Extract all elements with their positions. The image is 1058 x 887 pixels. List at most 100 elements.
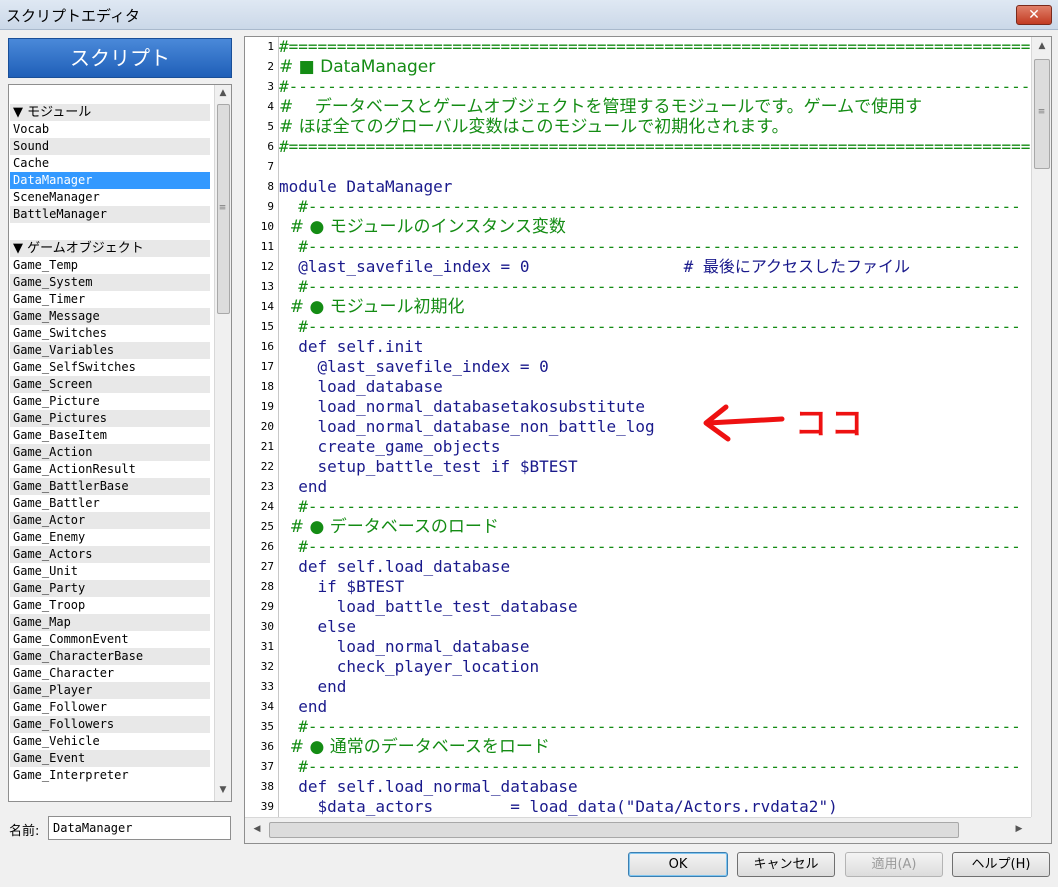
script-list-item[interactable]: Game_Actors [10, 546, 210, 563]
code-line[interactable]: # データベースとゲームオブジェクトを管理するモジュールです。ゲームで使用す [279, 97, 1031, 117]
script-list-item[interactable]: Game_Follower [10, 699, 210, 716]
script-list-item[interactable]: Game_Battler [10, 495, 210, 512]
code-line[interactable]: setup_battle_test if $BTEST [279, 457, 1031, 477]
script-list-item[interactable]: Game_Vehicle [10, 733, 210, 750]
code-line[interactable]: module DataManager [279, 177, 1031, 197]
code-line[interactable]: # ほぼ全てのグローバル変数はこのモジュールで初期化されます。 [279, 117, 1031, 137]
script-list-item[interactable]: Game_Map [10, 614, 210, 631]
script-list-item[interactable]: Game_Unit [10, 563, 210, 580]
script-list-item[interactable]: Game_Actor [10, 512, 210, 529]
script-list-item[interactable]: Game_Party [10, 580, 210, 597]
code-line[interactable]: @last_savefile_index = 0 # 最後にアクセスしたファイル [279, 257, 1031, 277]
scroll-up-icon[interactable]: ▲ [215, 88, 231, 98]
code-line[interactable]: #---------------------------------------… [279, 757, 1031, 777]
code-line[interactable]: #---------------------------------------… [279, 237, 1031, 257]
script-list-item[interactable]: Game_Switches [10, 325, 210, 342]
apply-button[interactable]: 適用(A) [845, 852, 943, 877]
line-number: 3 [267, 80, 274, 93]
script-list-item[interactable]: Game_Troop [10, 597, 210, 614]
scroll-down-icon[interactable]: ▼ [215, 785, 231, 795]
code-line[interactable]: def self.load_database [279, 557, 1031, 577]
line-number: 5 [267, 120, 274, 133]
code-line[interactable]: create_game_objects [279, 437, 1031, 457]
code-line[interactable]: # ● 通常のデータベースをロード [279, 737, 1031, 757]
script-list-item[interactable]: Game_Character [10, 665, 210, 682]
scrollbar-thumb[interactable] [269, 822, 959, 838]
code-line[interactable]: #---------------------------------------… [279, 77, 1031, 97]
script-list-item[interactable]: DataManager [10, 172, 210, 189]
scroll-left-icon[interactable]: ◀ [249, 824, 265, 834]
script-list-item[interactable]: Game_Enemy [10, 529, 210, 546]
code-line[interactable]: # ● モジュールのインスタンス変数 [279, 217, 1031, 237]
script-list-item[interactable]: Vocab [10, 121, 210, 138]
code-line[interactable]: #---------------------------------------… [279, 497, 1031, 517]
code-line[interactable]: if $BTEST [279, 577, 1031, 597]
script-list-item[interactable]: SceneManager [10, 189, 210, 206]
script-list-item[interactable]: Game_Followers [10, 716, 210, 733]
script-list-item[interactable]: Game_Pictures [10, 410, 210, 427]
script-list-item[interactable]: Sound [10, 138, 210, 155]
script-list-item[interactable]: Game_BaseItem [10, 427, 210, 444]
code-line[interactable]: $data_actors = load_data("Data/Actors.rv… [279, 797, 1031, 817]
code-line[interactable]: load_normal_database_non_battle_log [279, 417, 1031, 437]
script-list-item[interactable]: Game_Timer [10, 291, 210, 308]
line-number: 20 [260, 420, 274, 433]
script-list-item[interactable]: BattleManager [10, 206, 210, 223]
script-list-item[interactable]: Game_BattlerBase [10, 478, 210, 495]
cancel-button[interactable]: キャンセル [737, 852, 835, 877]
code-line[interactable]: def self.init [279, 337, 1031, 357]
code-line[interactable]: @last_savefile_index = 0 [279, 357, 1031, 377]
code-line[interactable]: #=======================================… [279, 137, 1031, 157]
name-input[interactable]: DataManager [48, 816, 231, 840]
code-line[interactable]: #=======================================… [279, 37, 1031, 57]
code-line[interactable]: # ● モジュール初期化 [279, 297, 1031, 317]
script-list-item[interactable]: Game_CharacterBase [10, 648, 210, 665]
code-line[interactable]: end [279, 697, 1031, 717]
category-header[interactable]: ▼ モジュール [10, 104, 210, 121]
code-line[interactable]: #---------------------------------------… [279, 537, 1031, 557]
script-list-item[interactable]: Game_Picture [10, 393, 210, 410]
line-number: 35 [260, 720, 274, 733]
code-line[interactable]: #---------------------------------------… [279, 317, 1031, 337]
code-line[interactable]: else [279, 617, 1031, 637]
script-list-item[interactable]: Game_Temp [10, 257, 210, 274]
script-list-item[interactable]: Game_Message [10, 308, 210, 325]
code-line[interactable]: load_battle_test_database [279, 597, 1031, 617]
script-list-item[interactable]: Game_ActionResult [10, 461, 210, 478]
code-line[interactable]: check_player_location [279, 657, 1031, 677]
code-line[interactable]: load_database [279, 377, 1031, 397]
script-list-item[interactable]: Cache [10, 155, 210, 172]
script-list-item[interactable]: Game_Action [10, 444, 210, 461]
script-list-item[interactable]: Game_System [10, 274, 210, 291]
code-line[interactable]: def self.load_normal_database [279, 777, 1031, 797]
script-list-item[interactable]: Game_CommonEvent [10, 631, 210, 648]
script-list-item[interactable]: Game_Player [10, 682, 210, 699]
editor-vertical-scrollbar[interactable]: ▲ ≡ [1031, 37, 1051, 817]
code-line[interactable]: # ● データベースのロード [279, 517, 1031, 537]
close-button[interactable]: ✕ [1016, 5, 1052, 25]
help-button[interactable]: ヘルプ(H) [952, 852, 1050, 877]
code-line[interactable]: #---------------------------------------… [279, 717, 1031, 737]
script-list-item[interactable]: Game_SelfSwitches [10, 359, 210, 376]
code-line[interactable]: end [279, 477, 1031, 497]
code-line[interactable]: load_normal_databasetakosubstitute [279, 397, 1031, 417]
script-list-item[interactable]: Game_Event [10, 750, 210, 767]
scroll-right-icon[interactable]: ▶ [1011, 824, 1027, 834]
script-list[interactable]: ▼ モジュール Vocab Sound Cache DataManager SceneMa… [8, 84, 232, 802]
code-line[interactable]: #---------------------------------------… [279, 197, 1031, 217]
script-list-scrollbar[interactable]: ▲ ≡ ▼ [214, 85, 231, 801]
script-list-item[interactable]: Game_Interpreter [10, 767, 210, 784]
script-list-item[interactable]: Game_Screen [10, 376, 210, 393]
code-line[interactable]: end [279, 677, 1031, 697]
code-line[interactable]: load_normal_database [279, 637, 1031, 657]
category-header[interactable]: ▼ ゲームオブジェクト [10, 240, 210, 257]
code-area[interactable]: #=======================================… [279, 37, 1031, 817]
ok-button[interactable]: OK [628, 852, 728, 877]
code-editor[interactable]: 1 2 3 4 5 6 7 8 9 10 11 12 13 14 15 16 17 18 19 20 21 22 23 24 2… [244, 36, 1052, 844]
code-line[interactable] [279, 157, 1031, 177]
scroll-up-icon[interactable]: ▲ [1032, 41, 1051, 51]
code-line[interactable]: # ■ DataManager [279, 57, 1031, 77]
editor-horizontal-scrollbar[interactable]: ◀ ▶ [245, 817, 1031, 843]
script-list-item[interactable]: Game_Variables [10, 342, 210, 359]
code-line[interactable]: #---------------------------------------… [279, 277, 1031, 297]
